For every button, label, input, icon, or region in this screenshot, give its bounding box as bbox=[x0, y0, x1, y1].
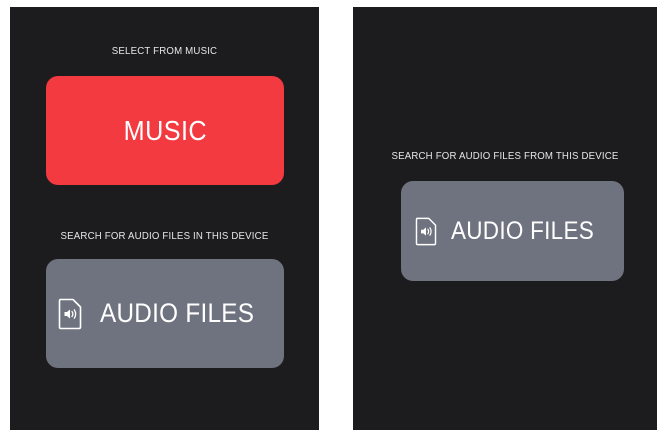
screenshot-stage: SELECT FROM MUSIC MUSIC SEARCH FOR AUDIO… bbox=[0, 0, 657, 430]
audio-files-button-label: AUDIO FILES bbox=[451, 216, 595, 245]
audio-caption: SEARCH FOR AUDIO FILES FROM THIS DEVICE bbox=[391, 150, 619, 162]
audio-file-icon bbox=[415, 217, 437, 246]
left-screen: SELECT FROM MUSIC MUSIC SEARCH FOR AUDIO… bbox=[10, 7, 319, 430]
audio-files-button[interactable]: AUDIO FILES bbox=[401, 181, 624, 281]
right-screen: SEARCH FOR AUDIO FILES FROM THIS DEVICE … bbox=[353, 7, 657, 430]
audio-caption: SEARCH FOR AUDIO FILES IN THIS DEVICE bbox=[60, 230, 269, 242]
audio-file-icon bbox=[58, 298, 82, 330]
audio-files-button-label: AUDIO FILES bbox=[100, 298, 255, 328]
audio-files-button[interactable]: AUDIO FILES bbox=[46, 259, 284, 368]
music-button[interactable]: MUSIC bbox=[46, 76, 284, 185]
music-caption: SELECT FROM MUSIC bbox=[111, 45, 218, 57]
music-button-label: MUSIC bbox=[123, 114, 207, 146]
